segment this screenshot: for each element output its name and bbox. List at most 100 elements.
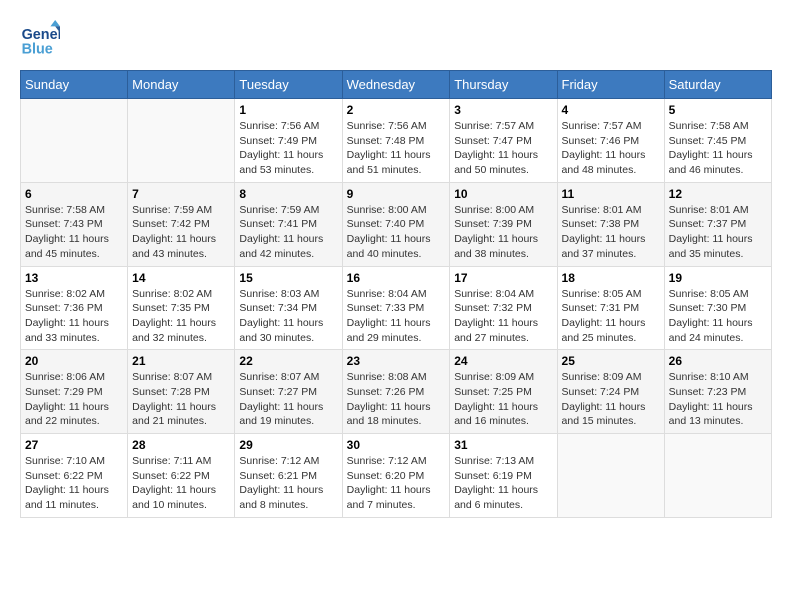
day-info: Sunrise: 8:09 AM Sunset: 7:24 PM Dayligh… xyxy=(562,370,660,429)
day-number: 14 xyxy=(132,271,230,285)
day-number: 28 xyxy=(132,438,230,452)
day-cell: 16Sunrise: 8:04 AM Sunset: 7:33 PM Dayli… xyxy=(342,266,450,350)
day-number: 19 xyxy=(669,271,767,285)
week-row-3: 13Sunrise: 8:02 AM Sunset: 7:36 PM Dayli… xyxy=(21,266,772,350)
day-cell: 24Sunrise: 8:09 AM Sunset: 7:25 PM Dayli… xyxy=(450,350,557,434)
header-day-wednesday: Wednesday xyxy=(342,71,450,99)
page-header: General Blue xyxy=(20,20,772,60)
day-info: Sunrise: 8:07 AM Sunset: 7:28 PM Dayligh… xyxy=(132,370,230,429)
day-info: Sunrise: 7:13 AM Sunset: 6:19 PM Dayligh… xyxy=(454,454,552,513)
day-number: 6 xyxy=(25,187,123,201)
day-number: 17 xyxy=(454,271,552,285)
day-number: 16 xyxy=(347,271,446,285)
header-day-tuesday: Tuesday xyxy=(235,71,342,99)
calendar-header: SundayMondayTuesdayWednesdayThursdayFrid… xyxy=(21,71,772,99)
day-cell: 30Sunrise: 7:12 AM Sunset: 6:20 PM Dayli… xyxy=(342,434,450,518)
day-number: 18 xyxy=(562,271,660,285)
day-info: Sunrise: 7:56 AM Sunset: 7:48 PM Dayligh… xyxy=(347,119,446,178)
header-day-saturday: Saturday xyxy=(664,71,771,99)
day-number: 13 xyxy=(25,271,123,285)
day-cell: 29 Sunrise: 7:12 AM Sunset: 6:21 PM Dayli… xyxy=(235,434,342,518)
day-cell: 19 Sunrise: 8:05 AM Sunset: 7:30 PM Dayli… xyxy=(664,266,771,350)
day-info: Sunrise: 8:01 AM Sunset: 7:38 PM Dayligh… xyxy=(562,203,660,262)
week-row-5: 27 Sunrise: 7:10 AM Sunset: 6:22 PM Dayli… xyxy=(21,434,772,518)
week-row-2: 6 Sunrise: 7:58 AM Sunset: 7:43 PM Daylig… xyxy=(21,182,772,266)
day-cell: 7 Sunrise: 7:59 AM Sunset: 7:42 PM Daylig… xyxy=(128,182,235,266)
day-cell: 31 Sunrise: 7:13 AM Sunset: 6:19 PM Dayli… xyxy=(450,434,557,518)
day-number: 21 xyxy=(132,354,230,368)
day-number: 27 xyxy=(25,438,123,452)
day-info: Sunrise: 7:11 AM Sunset: 6:22 PM Dayligh… xyxy=(132,454,230,513)
day-cell xyxy=(128,99,235,183)
day-cell xyxy=(21,99,128,183)
day-info: Sunrise: 8:08 AM Sunset: 7:26 PM Dayligh… xyxy=(347,370,446,429)
logo: General Blue xyxy=(20,20,64,60)
week-row-4: 20 Sunrise: 8:06 AM Sunset: 7:29 PM Dayli… xyxy=(21,350,772,434)
day-info: Sunrise: 8:10 AM Sunset: 7:23 PM Dayligh… xyxy=(669,370,767,429)
day-number: 5 xyxy=(669,103,767,117)
day-cell: 12Sunrise: 8:01 AM Sunset: 7:37 PM Dayli… xyxy=(664,182,771,266)
day-info: Sunrise: 8:09 AM Sunset: 7:25 PM Dayligh… xyxy=(454,370,552,429)
day-number: 23 xyxy=(347,354,446,368)
day-cell: 22Sunrise: 8:07 AM Sunset: 7:27 PM Dayli… xyxy=(235,350,342,434)
day-cell: 27 Sunrise: 7:10 AM Sunset: 6:22 PM Dayli… xyxy=(21,434,128,518)
day-cell xyxy=(664,434,771,518)
day-cell: 14 Sunrise: 8:02 AM Sunset: 7:35 PM Dayli… xyxy=(128,266,235,350)
svg-text:Blue: Blue xyxy=(22,42,53,58)
day-number: 29 xyxy=(239,438,337,452)
calendar-table: SundayMondayTuesdayWednesdayThursdayFrid… xyxy=(20,70,772,518)
header-day-monday: Monday xyxy=(128,71,235,99)
day-info: Sunrise: 7:57 AM Sunset: 7:46 PM Dayligh… xyxy=(562,119,660,178)
day-number: 2 xyxy=(347,103,446,117)
day-info: Sunrise: 7:58 AM Sunset: 7:45 PM Dayligh… xyxy=(669,119,767,178)
day-number: 7 xyxy=(132,187,230,201)
day-number: 15 xyxy=(239,271,337,285)
day-info: Sunrise: 8:07 AM Sunset: 7:27 PM Dayligh… xyxy=(239,370,337,429)
day-info: Sunrise: 7:12 AM Sunset: 6:21 PM Dayligh… xyxy=(239,454,337,513)
day-number: 31 xyxy=(454,438,552,452)
day-cell: 8 Sunrise: 7:59 AM Sunset: 7:41 PM Daylig… xyxy=(235,182,342,266)
day-info: Sunrise: 8:05 AM Sunset: 7:31 PM Dayligh… xyxy=(562,287,660,346)
day-number: 8 xyxy=(239,187,337,201)
day-number: 25 xyxy=(562,354,660,368)
day-info: Sunrise: 7:10 AM Sunset: 6:22 PM Dayligh… xyxy=(25,454,123,513)
day-cell: 5 Sunrise: 7:58 AM Sunset: 7:45 PM Daylig… xyxy=(664,99,771,183)
day-cell: 17 Sunrise: 8:04 AM Sunset: 7:32 PM Dayli… xyxy=(450,266,557,350)
day-cell: 28 Sunrise: 7:11 AM Sunset: 6:22 PM Dayli… xyxy=(128,434,235,518)
day-number: 26 xyxy=(669,354,767,368)
header-row: SundayMondayTuesdayWednesdayThursdayFrid… xyxy=(21,71,772,99)
day-info: Sunrise: 8:06 AM Sunset: 7:29 PM Dayligh… xyxy=(25,370,123,429)
day-info: Sunrise: 8:02 AM Sunset: 7:35 PM Dayligh… xyxy=(132,287,230,346)
day-cell: 11Sunrise: 8:01 AM Sunset: 7:38 PM Dayli… xyxy=(557,182,664,266)
day-number: 12 xyxy=(669,187,767,201)
day-cell xyxy=(557,434,664,518)
day-number: 20 xyxy=(25,354,123,368)
day-info: Sunrise: 7:58 AM Sunset: 7:43 PM Dayligh… xyxy=(25,203,123,262)
day-cell: 6 Sunrise: 7:58 AM Sunset: 7:43 PM Daylig… xyxy=(21,182,128,266)
day-info: Sunrise: 7:56 AM Sunset: 7:49 PM Dayligh… xyxy=(239,119,337,178)
day-info: Sunrise: 7:57 AM Sunset: 7:47 PM Dayligh… xyxy=(454,119,552,178)
day-cell: 20 Sunrise: 8:06 AM Sunset: 7:29 PM Dayli… xyxy=(21,350,128,434)
day-info: Sunrise: 7:59 AM Sunset: 7:42 PM Dayligh… xyxy=(132,203,230,262)
day-cell: 3 Sunrise: 7:57 AM Sunset: 7:47 PM Daylig… xyxy=(450,99,557,183)
day-cell: 4 Sunrise: 7:57 AM Sunset: 7:46 PM Daylig… xyxy=(557,99,664,183)
day-info: Sunrise: 8:03 AM Sunset: 7:34 PM Dayligh… xyxy=(239,287,337,346)
day-number: 3 xyxy=(454,103,552,117)
day-info: Sunrise: 7:12 AM Sunset: 6:20 PM Dayligh… xyxy=(347,454,446,513)
day-info: Sunrise: 7:59 AM Sunset: 7:41 PM Dayligh… xyxy=(239,203,337,262)
day-cell: 23 Sunrise: 8:08 AM Sunset: 7:26 PM Dayli… xyxy=(342,350,450,434)
day-cell: 2 Sunrise: 7:56 AM Sunset: 7:48 PM Daylig… xyxy=(342,99,450,183)
day-cell: 18 Sunrise: 8:05 AM Sunset: 7:31 PM Dayli… xyxy=(557,266,664,350)
day-cell: 1 Sunrise: 7:56 AM Sunset: 7:49 PM Daylig… xyxy=(235,99,342,183)
day-number: 1 xyxy=(239,103,337,117)
day-cell: 25 Sunrise: 8:09 AM Sunset: 7:24 PM Dayli… xyxy=(557,350,664,434)
day-cell: 13Sunrise: 8:02 AM Sunset: 7:36 PM Dayli… xyxy=(21,266,128,350)
day-number: 4 xyxy=(562,103,660,117)
day-info: Sunrise: 8:00 AM Sunset: 7:39 PM Dayligh… xyxy=(454,203,552,262)
day-info: Sunrise: 8:04 AM Sunset: 7:32 PM Dayligh… xyxy=(454,287,552,346)
header-day-sunday: Sunday xyxy=(21,71,128,99)
day-number: 10 xyxy=(454,187,552,201)
day-cell: 26 Sunrise: 8:10 AM Sunset: 7:23 PM Dayli… xyxy=(664,350,771,434)
day-info: Sunrise: 8:05 AM Sunset: 7:30 PM Dayligh… xyxy=(669,287,767,346)
day-cell: 10 Sunrise: 8:00 AM Sunset: 7:39 PM Dayli… xyxy=(450,182,557,266)
